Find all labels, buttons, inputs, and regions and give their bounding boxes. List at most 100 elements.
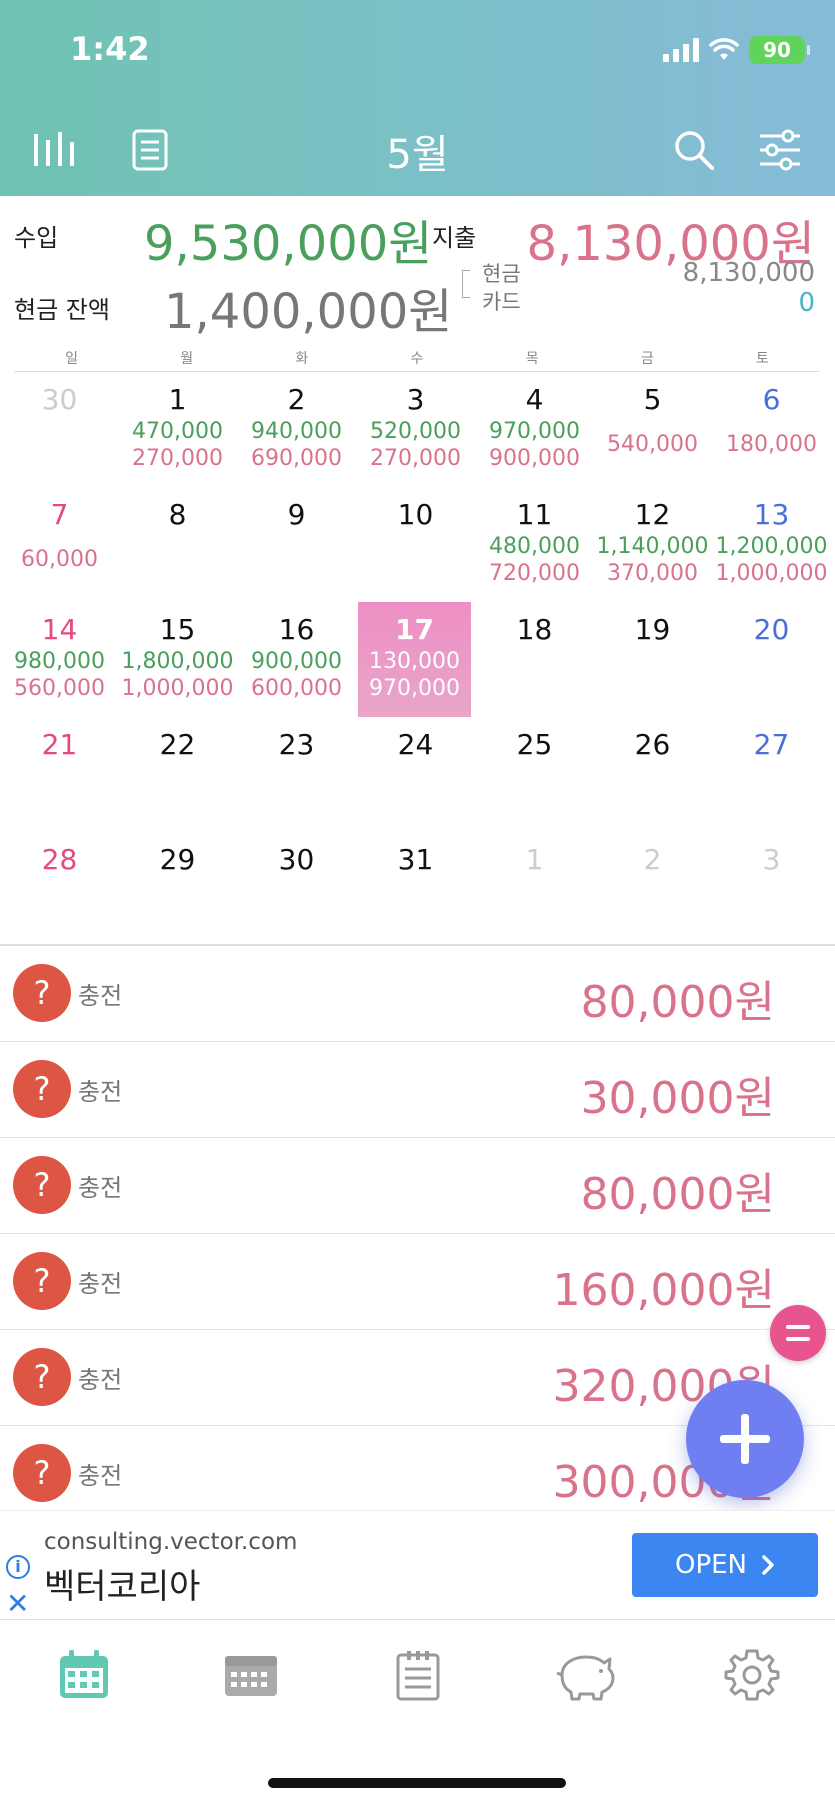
calendar-day[interactable]: 11 480,000 720,000 — [475, 487, 594, 602]
day-number: 21 — [41, 728, 78, 761]
transaction-label: 충전 — [78, 1174, 123, 1202]
calendar-week: 21 22 23 24 25 26 27 — [0, 717, 835, 832]
income-label: 수입 — [14, 224, 59, 252]
day-income: 1,800,000 — [121, 649, 234, 674]
transaction-row[interactable]: ? 충전 80,000원 — [0, 946, 835, 1042]
weekday-label: 일 — [65, 351, 79, 367]
calendar-day[interactable]: 7 60,000 — [0, 487, 119, 602]
day-number: 20 — [753, 613, 790, 646]
calendar-day[interactable]: 1 — [475, 832, 594, 947]
calendar-day[interactable]: 8 — [118, 487, 237, 602]
calendar-day[interactable]: 28 — [0, 832, 119, 947]
day-number: 18 — [516, 613, 553, 646]
calendar-day[interactable]: 23 — [237, 717, 356, 832]
transaction-row[interactable]: ? 충전 80,000원 — [0, 1138, 835, 1234]
home-indicator — [268, 1778, 566, 1788]
calendar-day[interactable]: 26 — [593, 717, 712, 832]
day-expense: 540,000 — [607, 432, 698, 457]
day-number: 1 — [168, 383, 187, 416]
calendar-day[interactable]: 31 — [356, 832, 475, 947]
calendar-day[interactable]: 13 1,200,000 1,000,000 — [712, 487, 831, 602]
calendar-day[interactable]: 3 — [712, 832, 831, 947]
tab-weekly-calendar[interactable] — [167, 1620, 334, 1730]
tab-monthly-calendar[interactable] — [0, 1620, 167, 1730]
weekday-header: 일 월 화 수 목 금 토 — [14, 348, 820, 372]
transaction-label: 충전 — [78, 982, 123, 1010]
tab-settings[interactable] — [668, 1620, 835, 1730]
transaction-label: 충전 — [78, 1366, 123, 1394]
calendar-day-today[interactable]: 17 130,000 970,000 — [358, 602, 471, 717]
calendar-day[interactable]: 10 — [356, 487, 475, 602]
list-icon — [396, 1651, 439, 1701]
day-income: 130,000 — [369, 649, 460, 674]
calendar-day[interactable]: 16 900,000 600,000 — [237, 602, 356, 717]
filter-settings-icon[interactable] — [758, 128, 802, 172]
calendar-day[interactable]: 12 1,140,000 370,000 — [593, 487, 712, 602]
day-number: 22 — [159, 728, 196, 761]
day-number: 8 — [168, 498, 187, 531]
calendar-day[interactable]: 29 — [118, 832, 237, 947]
calendar-day[interactable]: 1 470,000 270,000 — [118, 372, 237, 487]
transaction-row[interactable]: ? 충전 160,000원 — [0, 1234, 835, 1330]
day-income: 940,000 — [251, 419, 342, 444]
calendar-day[interactable]: 19 — [593, 602, 712, 717]
calendar-day[interactable]: 30 — [0, 372, 119, 487]
unknown-category-icon: ? — [13, 1156, 71, 1214]
day-number: 7 — [50, 498, 69, 531]
calendar-day[interactable]: 15 1,800,000 1,000,000 — [118, 602, 237, 717]
day-number: 24 — [397, 728, 434, 761]
calendar-day[interactable]: 4 970,000 900,000 — [475, 372, 594, 487]
ad-info-icon[interactable]: i — [6, 1555, 30, 1579]
calendar-day[interactable]: 24 — [356, 717, 475, 832]
calendar-day[interactable]: 27 — [712, 717, 831, 832]
unknown-category-icon: ? — [13, 1252, 71, 1310]
calendar-day[interactable]: 9 — [237, 487, 356, 602]
battery-indicator: 90 — [749, 36, 810, 64]
day-expense: 1,000,000 — [121, 676, 234, 701]
cash-balance-label: 현금 잔액 — [14, 296, 110, 324]
add-entry-button[interactable] — [686, 1380, 804, 1498]
calendar-day[interactable]: 22 — [118, 717, 237, 832]
day-number: 2 — [287, 383, 306, 416]
calendar-day[interactable]: 25 — [475, 717, 594, 832]
cash-label: 현금 — [482, 262, 521, 286]
day-number: 23 — [278, 728, 315, 761]
transaction-amount: 80,000원 — [580, 977, 775, 1028]
calendar-day[interactable]: 14 980,000 560,000 — [0, 602, 119, 717]
calendar-day[interactable]: 2 940,000 690,000 — [237, 372, 356, 487]
calendar-day[interactable]: 30 — [237, 832, 356, 947]
unknown-category-icon: ? — [13, 964, 71, 1022]
day-expense: 600,000 — [251, 676, 342, 701]
day-expense: 180,000 — [726, 432, 817, 457]
calendar-day[interactable]: 20 — [712, 602, 831, 717]
calendar-day[interactable]: 5 540,000 — [593, 372, 712, 487]
calendar-day[interactable]: 3 520,000 270,000 — [356, 372, 475, 487]
calendar-day[interactable]: 21 — [0, 717, 119, 832]
calendar-day[interactable]: 18 — [475, 602, 594, 717]
day-number: 28 — [41, 843, 78, 876]
weekday-label: 화 — [295, 351, 309, 367]
calendar-day[interactable]: 6 180,000 — [712, 372, 831, 487]
weekday-label: 토 — [755, 351, 769, 367]
ad-open-button[interactable]: OPEN — [632, 1533, 818, 1597]
summary-toggle-button[interactable] — [770, 1305, 826, 1361]
calendar-day[interactable]: 2 — [593, 832, 712, 947]
tab-budget[interactable] — [501, 1620, 668, 1730]
transaction-row[interactable]: ? 충전 30,000원 — [0, 1042, 835, 1138]
search-icon[interactable] — [672, 128, 716, 172]
day-number: 1 — [525, 843, 544, 876]
ad-close-icon[interactable]: ✕ — [6, 1587, 29, 1620]
calendar-icon — [59, 1650, 108, 1698]
calendar-week: 14 980,000 560,000 15 1,800,000 1,000,000 16 90… — [0, 602, 835, 717]
day-expense: 900,000 — [489, 446, 580, 471]
day-expense: 1,000,000 — [715, 561, 828, 586]
day-number: 19 — [634, 613, 671, 646]
ad-open-label: OPEN — [674, 1550, 748, 1580]
day-number: 25 — [516, 728, 553, 761]
day-number: 27 — [753, 728, 790, 761]
day-number: 11 — [516, 498, 553, 531]
weekday-label: 목 — [525, 351, 539, 367]
piggy-bank-icon — [555, 1655, 614, 1701]
ad-banner[interactable]: i ✕ consulting.vector.com 벡터코리아 OPEN — [0, 1510, 835, 1620]
tab-list[interactable] — [334, 1620, 501, 1730]
